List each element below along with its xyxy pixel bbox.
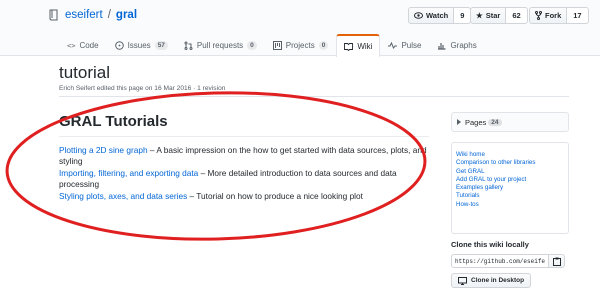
pages-count-badge: 24 [488, 118, 502, 126]
pull-request-icon [184, 41, 193, 50]
tab-code[interactable]: <> Code [59, 34, 107, 56]
tutorial-item: Styling plots, axes, and data series – T… [59, 191, 429, 202]
watch-count[interactable]: 9 [454, 7, 472, 24]
clone-title: Clone this wiki locally [451, 240, 529, 249]
tutorial-link-importing-data[interactable]: Importing, filtering, and exporting data [59, 168, 198, 178]
divider [59, 96, 569, 97]
desktop-icon [458, 276, 467, 285]
star-count[interactable]: 62 [506, 7, 528, 24]
sidebar-link-examples[interactable]: Examples gallery [456, 184, 564, 192]
repo-separator: / [107, 9, 111, 21]
sidebar-link-tutorials[interactable]: Tutorials [456, 192, 564, 200]
tab-projects[interactable]: Projects 0 [265, 34, 337, 56]
watch-button[interactable]: Watch [408, 7, 455, 24]
tab-code-label: Code [79, 41, 99, 50]
tab-graphs-label: Graphs [450, 41, 477, 50]
watch-group: Watch 9 [408, 7, 472, 24]
clipboard-icon [552, 257, 561, 266]
repo-icon [49, 9, 58, 21]
book-icon [344, 43, 354, 51]
sidebar-link-comparison[interactable]: Comparison to other libraries [456, 159, 564, 167]
tutorial-item: Plotting a 2D sine graph – A basic impre… [59, 145, 429, 167]
wiki-content: GRAL Tutorials Plotting a 2D sine graph … [59, 113, 429, 203]
tutorial-link-sine-graph[interactable]: Plotting a 2D sine graph [59, 145, 148, 155]
fork-group: Fork 17 [529, 7, 589, 24]
tab-issues[interactable]: Issues 57 [107, 34, 176, 56]
repo-owner-link[interactable]: eseifert [65, 9, 103, 21]
tutorial-desc: – Tutorial on how to produce a nice look… [187, 191, 363, 201]
clone-in-desktop-label: Clone in Desktop [471, 277, 525, 284]
star-button[interactable]: ★ Star [470, 7, 507, 24]
graph-icon [438, 43, 446, 50]
tab-issues-label: Issues [127, 41, 151, 50]
fork-label: Fork [545, 11, 562, 20]
pages-toggle[interactable]: Pages 24 [451, 112, 569, 132]
watch-label: Watch [426, 11, 449, 20]
wiki-custom-sidebar: Wiki home Comparison to other libraries … [451, 142, 569, 234]
tab-pull-requests-label: Pull requests [196, 41, 244, 50]
sidebar-link-how-tos[interactable]: How-tos [456, 201, 564, 209]
tab-wiki-label: Wiki [357, 42, 373, 51]
repo-header: eseifert / gral Watch 9 ★ Star 62 Fork 1… [0, 0, 600, 57]
fork-icon [535, 11, 542, 20]
content-heading: GRAL Tutorials [59, 113, 429, 137]
sidebar-link-wiki-home[interactable]: Wiki home [456, 151, 564, 159]
fork-count[interactable]: 17 [567, 7, 589, 24]
pull-requests-count-badge: 0 [247, 41, 257, 50]
pages-label: Pages [465, 117, 487, 127]
clone-in-desktop-button[interactable]: Clone in Desktop [451, 273, 532, 288]
wiki-sidebar: Pages 24 Wiki home Comparison to other l… [451, 112, 569, 234]
tab-pulse[interactable]: Pulse [380, 34, 429, 56]
tutorial-link-styling-plots[interactable]: Styling plots, axes, and data series [59, 191, 187, 201]
star-group: ★ Star 62 [470, 7, 528, 24]
repo-name-link[interactable]: gral [116, 9, 137, 21]
sidebar-link-get-gral[interactable]: Get GRAL [456, 168, 564, 176]
clone-url-input[interactable] [451, 254, 549, 268]
repo-title: eseifert / gral [49, 9, 137, 21]
issues-count-badge: 57 [154, 41, 168, 50]
star-label: Star [485, 11, 501, 20]
star-icon: ★ [476, 11, 483, 20]
repo-nav: <> Code Issues 57 Pull requests 0 Projec… [59, 34, 485, 57]
project-icon [272, 41, 282, 50]
triangle-right-icon [457, 119, 461, 125]
copy-url-button[interactable] [548, 254, 565, 268]
tab-pulse-label: Pulse [401, 41, 422, 50]
issue-icon [114, 41, 124, 50]
projects-count-badge: 0 [318, 41, 329, 50]
tutorial-item: Importing, filtering, and exporting data… [59, 168, 429, 190]
page-title: tutorial [59, 63, 111, 82]
tab-projects-label: Projects [285, 41, 315, 50]
pulse-icon [388, 41, 398, 50]
tab-graphs[interactable]: Graphs [429, 34, 484, 56]
fork-button[interactable]: Fork [529, 7, 568, 24]
sidebar-link-add-gral[interactable]: Add GRAL to your project [456, 176, 564, 184]
eye-icon [414, 12, 423, 19]
tab-pull-requests[interactable]: Pull requests 0 [176, 34, 265, 56]
code-icon: <> [67, 41, 76, 50]
tab-wiki[interactable]: Wiki [336, 34, 381, 57]
page-meta: Erich Seifert edited this page on 16 Mar… [59, 85, 226, 92]
